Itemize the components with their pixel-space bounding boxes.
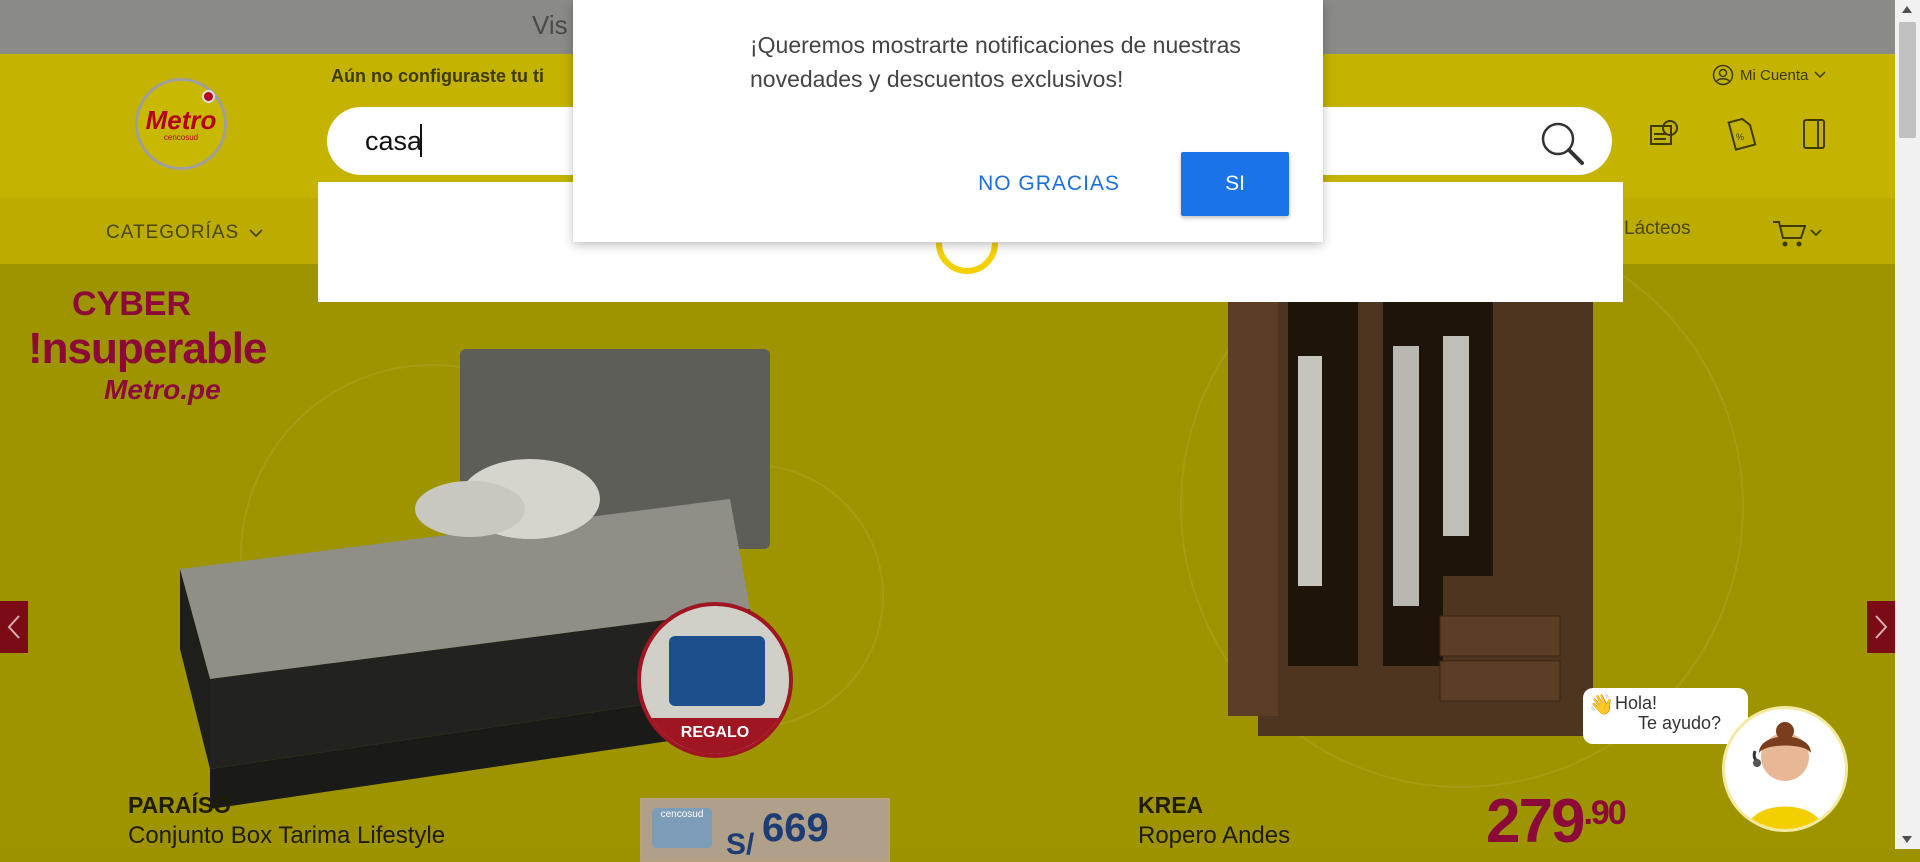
campaign-logo: CYBER !nsuperable Metro.pe	[28, 285, 267, 406]
text-caret	[420, 124, 422, 157]
chat-line1: Hola!	[1615, 693, 1658, 713]
logo-sub: cencosud	[163, 132, 199, 142]
card-badge: cencosud	[652, 808, 712, 848]
product1-price: 669	[762, 806, 829, 850]
carousel-next-button[interactable]	[1867, 601, 1895, 653]
user-icon	[1712, 64, 1734, 86]
location-config-text[interactable]: Aún no configuraste tu ti	[331, 66, 591, 87]
metro-logo[interactable]: Metro cencosud	[135, 78, 227, 170]
gift-label: REGALO	[641, 718, 789, 754]
chat-greeting-bubble[interactable]: 👋 Hola! Te ayudo?	[1583, 688, 1748, 744]
chat-line2: Te ayudo?	[1638, 713, 1722, 733]
page-scrollbar[interactable]	[1895, 0, 1920, 849]
account-menu[interactable]: Mi Cuenta	[1712, 64, 1826, 86]
dialog-message: ¡Queremos mostrarte notificaciones de nu…	[750, 32, 1241, 92]
cart-icon[interactable]	[1771, 218, 1823, 248]
hero-banner[interactable]: REGALO	[0, 264, 1895, 849]
product2-price: 279.90	[1486, 786, 1627, 857]
chevron-left-icon	[7, 615, 20, 639]
announcement-text: Vis	[532, 10, 568, 40]
campaign-line2: !nsuperable	[28, 324, 267, 373]
product2-brand: KREA	[1138, 792, 1204, 818]
product1-name: Conjunto Box Tarima Lifestyle	[128, 822, 446, 849]
logo-brand: Metro	[145, 104, 217, 135]
yes-button[interactable]: SI	[1181, 152, 1289, 216]
categories-label: CATEGORÍAS	[106, 222, 240, 243]
chevron-down-icon	[1814, 71, 1826, 79]
carousel-prev-button[interactable]	[0, 601, 28, 653]
wave-icon: 👋	[1589, 694, 1614, 716]
coupon-icon[interactable]: %	[1722, 116, 1758, 152]
categories-menu[interactable]: CATEGORÍAS	[106, 222, 263, 244]
product1-price-tag: cencosud S/ 669	[640, 798, 890, 862]
logo-dot	[202, 90, 215, 103]
campaign-line3: Metro.pe	[104, 374, 221, 405]
gift-badge: REGALO	[637, 602, 793, 758]
account-label: Mi Cuenta	[1740, 66, 1809, 84]
product2-price-int: 279	[1486, 787, 1585, 856]
scroll-thumb[interactable]	[1899, 22, 1916, 138]
wardrobe-image	[1228, 264, 1593, 736]
product1-currency: S/	[726, 828, 755, 861]
notebook-icon[interactable]	[1796, 116, 1832, 152]
chevron-down-icon	[249, 228, 263, 237]
product2-price-dec: .90	[1583, 794, 1626, 832]
orders-icon[interactable]	[1646, 116, 1682, 152]
product1-brand: PARAÍSO	[128, 792, 232, 818]
scroll-up-arrow[interactable]	[1902, 6, 1912, 13]
scroll-down-arrow[interactable]	[1902, 836, 1912, 843]
product2-name: Ropero Andes	[1138, 822, 1291, 849]
assistant-avatar-image	[1747, 722, 1823, 829]
campaign-line1: CYBER	[72, 285, 192, 323]
nav-item-lacteos[interactable]: Lácteos	[1624, 218, 1691, 240]
svg-text:%: %	[1736, 132, 1744, 142]
search-icon[interactable]	[1538, 119, 1586, 167]
chat-assistant-avatar[interactable]	[1722, 706, 1848, 832]
chevron-right-icon	[1875, 615, 1888, 639]
gift-pouf-image	[669, 636, 765, 706]
notification-dialog: ¡Queremos mostrarte notificaciones de nu…	[573, 0, 1323, 242]
no-thanks-button[interactable]: NO GRACIAS	[973, 152, 1125, 216]
